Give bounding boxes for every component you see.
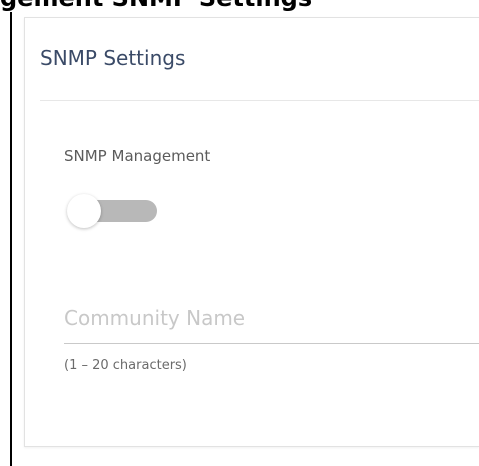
snmp-management-label: SNMP Management	[64, 147, 211, 165]
page: gement SNMP Settings SNMP Settings SNMP …	[0, 0, 479, 466]
community-name-helper: (1 – 20 characters)	[64, 358, 187, 373]
settings-panel	[24, 17, 479, 447]
left-border	[10, 12, 12, 466]
toggle-knob	[67, 194, 101, 228]
snmp-management-toggle[interactable]	[67, 194, 161, 228]
panel-title: SNMP Settings	[40, 46, 186, 70]
title-divider	[40, 100, 479, 101]
clipped-header-text: gement SNMP Settings	[0, 0, 479, 11]
community-name-input[interactable]	[64, 298, 479, 344]
